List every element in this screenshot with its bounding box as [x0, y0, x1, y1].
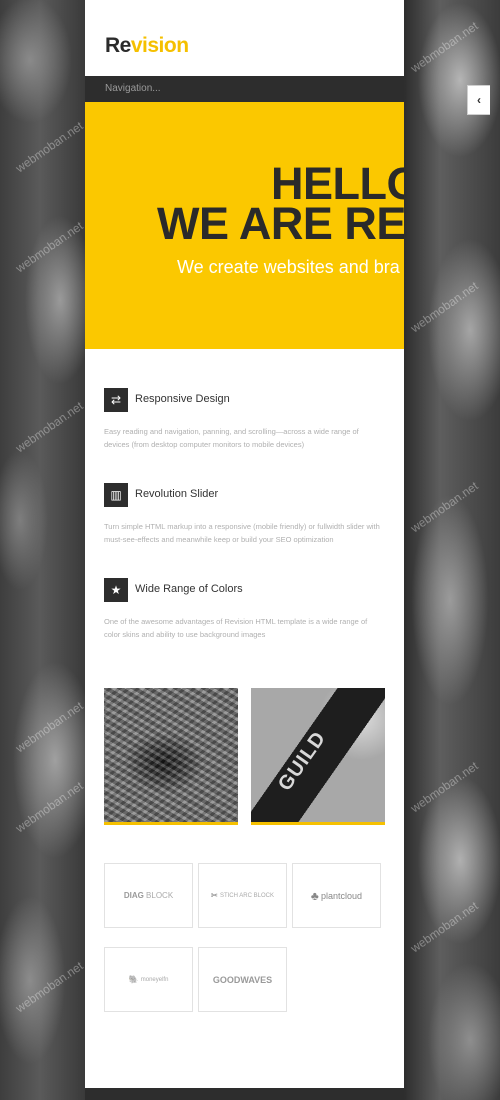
tree-icon: ♣: [310, 888, 319, 903]
client-logo-monkey[interactable]: 🐘 moneyelfn: [104, 947, 193, 1012]
feature-title: Revolution Slider: [135, 488, 219, 500]
footer-bar: [85, 1088, 404, 1100]
feature-title: Responsive Design: [135, 393, 230, 405]
feature-title: Wide Range of Colors: [135, 583, 243, 595]
navigation-bar[interactable]: Navigation...: [85, 76, 404, 102]
style-switcher-toggle[interactable]: ‹: [467, 85, 490, 115]
client-logo-text: ✂: [211, 891, 218, 900]
client-logo-subtext: BLOCK: [146, 891, 174, 900]
client-logo-text: DIAG: [123, 891, 144, 900]
client-logo-subtext: moneyelfn: [140, 976, 169, 983]
logo-text-part2: vision: [130, 34, 189, 57]
hero-banner: HELLO WE ARE RE We create websites and b…: [85, 102, 404, 349]
feature-description: One of the awesome advantages of Revisio…: [104, 617, 368, 639]
star-icon: ★: [104, 578, 128, 602]
logo-text-part1: Re: [105, 34, 131, 57]
hero-heading-line2: WE ARE RE: [157, 198, 404, 249]
hero-subtitle: We create websites and bra: [177, 257, 400, 277]
page-container: Revision Navigation... HELLO WE ARE RE W…: [85, 0, 404, 1100]
arrows-exchange-icon: ⇄: [104, 388, 128, 412]
feature-description: Easy reading and navigation, panning, an…: [104, 427, 359, 449]
guitar-headstock-text: GUILD: [273, 727, 331, 796]
client-logo-text: plantcloud: [321, 890, 363, 901]
navigation-select[interactable]: Navigation...: [105, 83, 161, 94]
client-logo-subtext: STICH ARC BLOCK: [219, 892, 274, 899]
site-logo[interactable]: Revision: [105, 34, 189, 58]
client-logo-diag-block[interactable]: DIAG BLOCK: [104, 863, 193, 928]
client-logo-plantcloud[interactable]: ♣ plantcloud: [292, 863, 381, 928]
client-logo-goodwaves[interactable]: GOODWAVES: [198, 947, 287, 1012]
barcode-icon: ▥: [104, 483, 128, 507]
feature-description: Turn simple HTML markup into a responsiv…: [104, 522, 380, 544]
client-logo-text: 🐘: [128, 975, 139, 984]
gallery-photo-guitar[interactable]: GUILD: [251, 688, 385, 825]
client-logo-text: GOODWAVES: [212, 974, 273, 985]
client-logo-stich-arc[interactable]: ✂ STICH ARC BLOCK: [198, 863, 287, 928]
gallery-photo-cobblestones[interactable]: [104, 688, 238, 825]
